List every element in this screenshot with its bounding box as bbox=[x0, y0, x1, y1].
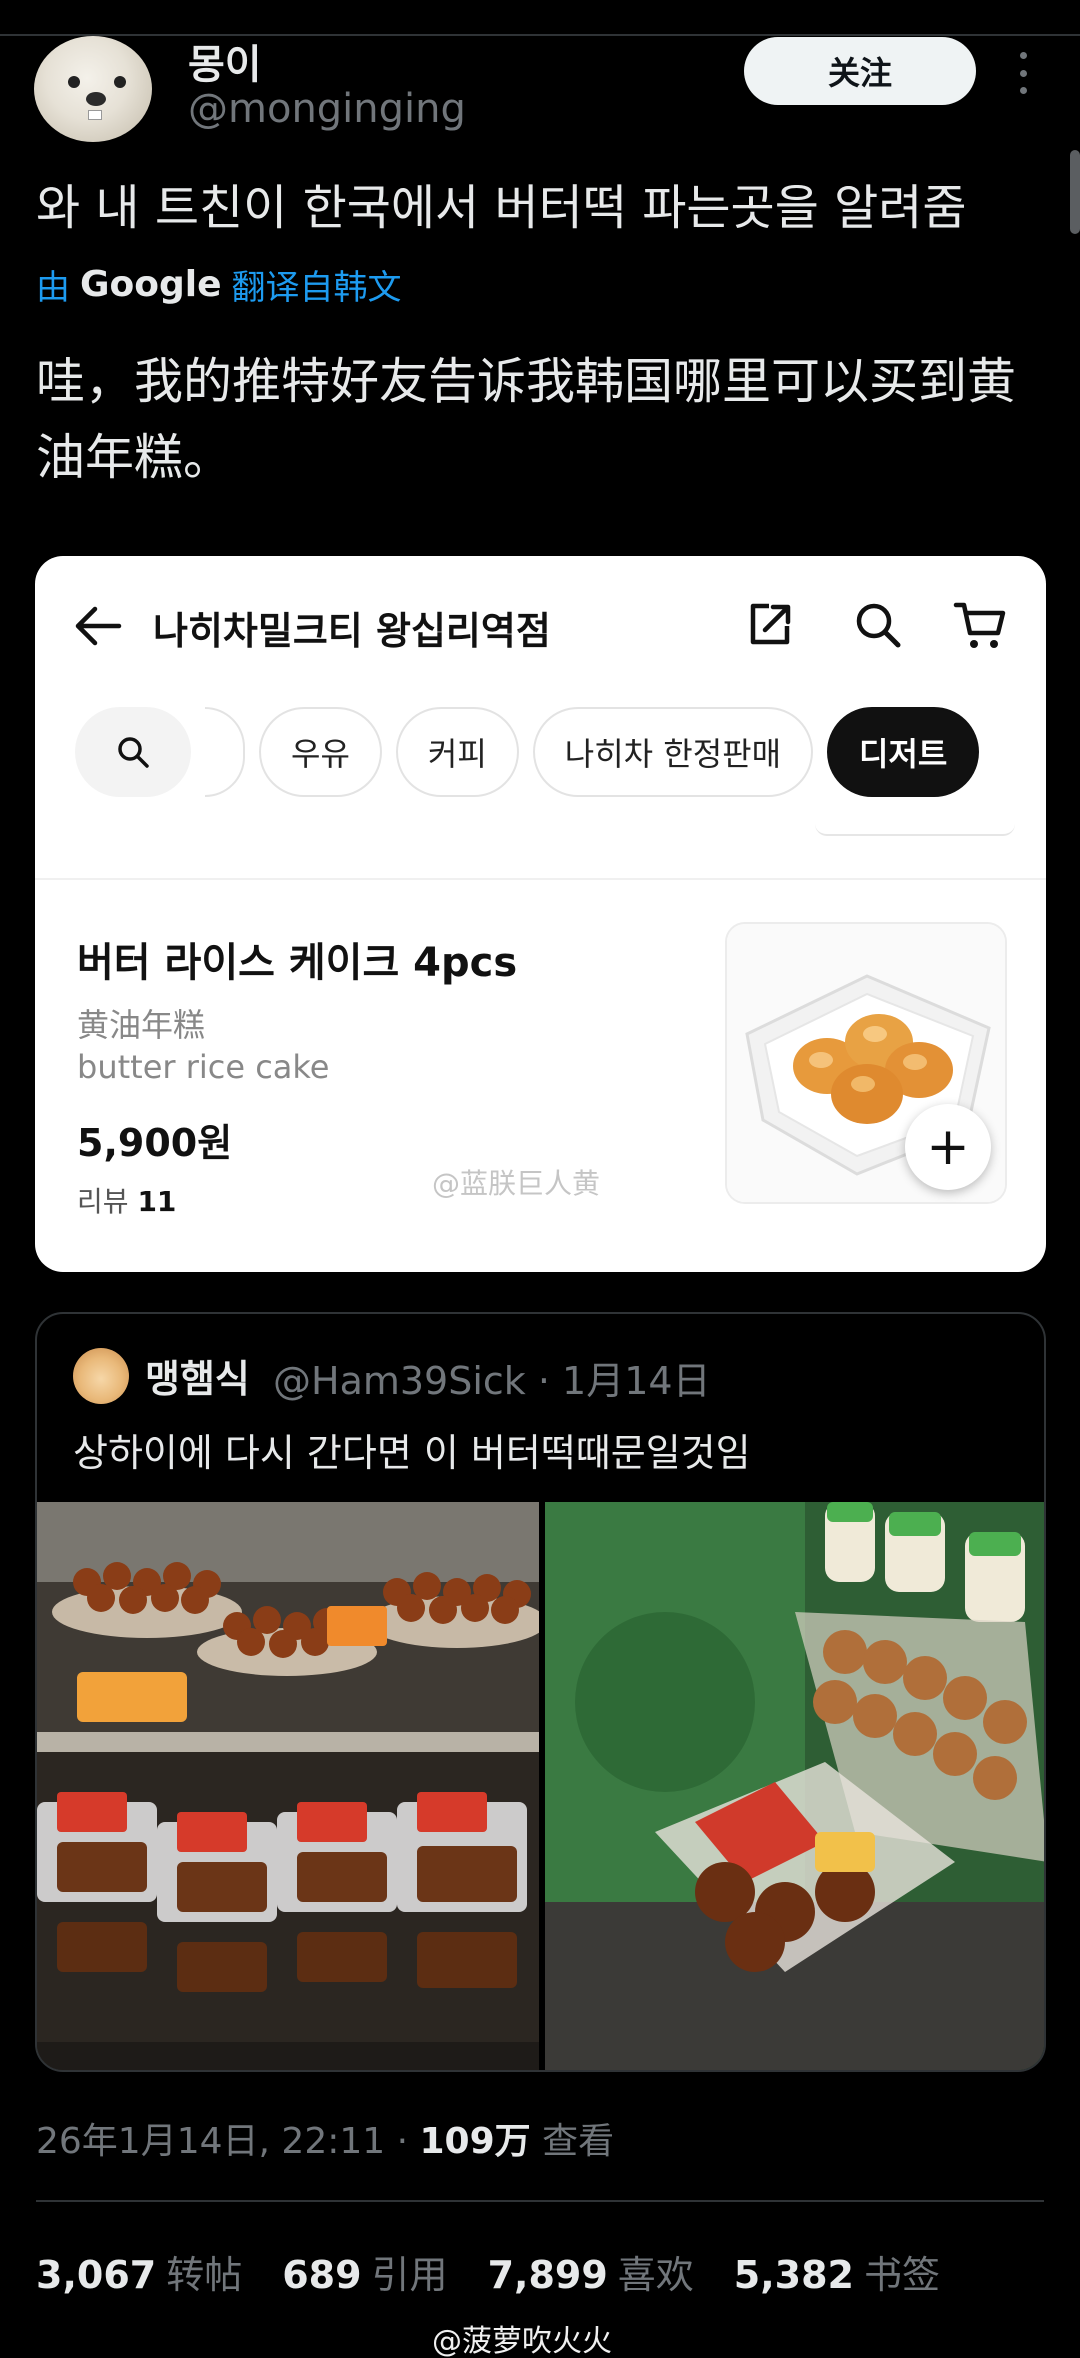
store-title: 나히차밀크티 왕십리역점 bbox=[153, 609, 551, 653]
chip-partial[interactable] bbox=[205, 707, 245, 797]
quote-avatar[interactable] bbox=[73, 1348, 129, 1404]
chip-search[interactable] bbox=[75, 707, 191, 797]
quote-handle-date: @Ham39Sick · 1月14日 bbox=[273, 1359, 711, 1403]
stat-bookmarks[interactable]: 5,382 书签 bbox=[734, 2244, 940, 2299]
stat-quotes[interactable]: 689 引用 bbox=[282, 2244, 447, 2299]
author-avatar[interactable] bbox=[34, 36, 152, 142]
quote-image-packaged-cakes[interactable] bbox=[545, 1502, 1044, 2070]
add-to-cart-button[interactable]: + bbox=[905, 1104, 991, 1190]
tweet-timestamp[interactable]: 26年1月14日, 22:11 · 109万 查看 bbox=[36, 2112, 614, 2164]
product-price: 5,900원 bbox=[77, 1121, 233, 1165]
views-count: 109万 bbox=[419, 2121, 531, 2162]
avatar-eye bbox=[68, 76, 80, 88]
product-reviews[interactable]: 리뷰 11 bbox=[77, 1180, 176, 1220]
translation-attribution[interactable]: 由 Google 翻译自韩文 bbox=[36, 260, 402, 309]
review-count: 11 bbox=[137, 1185, 177, 1218]
cart-icon bbox=[953, 602, 1006, 648]
category-chips: 우유 커피 나히차 한정판매 디저트 bbox=[75, 706, 993, 798]
engagement-stats: 3,067 转帖 689 引用 7,899 喜欢 5,382 书签 bbox=[36, 2244, 940, 2299]
watermark-bottom: @菠萝吹火火 bbox=[432, 2324, 612, 2358]
packaged-cakes-photo bbox=[545, 1502, 1044, 2070]
chip-coffee[interactable]: 커피 bbox=[395, 707, 519, 797]
share-icon bbox=[750, 603, 791, 645]
tweet-text: 와 내 트친이 한국에서 버터떡 파는곳을 알려줌 bbox=[36, 180, 967, 236]
views-label: 查看 bbox=[530, 2121, 615, 2162]
product-name[interactable]: 버터 라이스 케이크 4pcs bbox=[77, 930, 517, 988]
review-label: 리뷰 bbox=[77, 1185, 129, 1218]
chip-limited[interactable]: 나히차 한정판매 bbox=[532, 707, 814, 797]
translated-from-label: 翻译自韩文 bbox=[231, 268, 402, 308]
translated-text: 哇，我的推特好友告诉我韩国哪里可以买到黄油年糕。 bbox=[36, 353, 1017, 486]
watermark-top: @蓝朕巨人黄 bbox=[432, 1167, 601, 1200]
translated-by-label: 由 bbox=[36, 268, 70, 308]
stat-likes[interactable]: 7,899 喜欢 bbox=[488, 2244, 694, 2299]
chip-milk[interactable]: 우유 bbox=[259, 707, 382, 797]
product-name-en: butter rice cake bbox=[77, 1048, 330, 1086]
google-brand: Google bbox=[80, 264, 222, 305]
author-handle[interactable]: @monginging bbox=[188, 86, 466, 132]
avatar-teeth bbox=[88, 110, 102, 120]
scrollbar[interactable] bbox=[1070, 150, 1080, 234]
author-display-name[interactable]: 몽이 bbox=[188, 32, 262, 90]
footer-divider bbox=[36, 2200, 1044, 2202]
more-icon[interactable] bbox=[1008, 48, 1038, 98]
search-icon bbox=[118, 737, 149, 768]
timestamp-text: 26年1月14日, 22:11 · bbox=[36, 2121, 420, 2162]
avatar-eye bbox=[114, 76, 126, 88]
search-icon bbox=[856, 603, 901, 648]
previous-item-edge bbox=[815, 824, 1015, 836]
quote-author-name[interactable]: 맹햄식 bbox=[145, 1348, 250, 1403]
quote-text: 상하이에 다시 간다면 이 버터떡때문일것임 bbox=[73, 1431, 751, 1475]
card-divider bbox=[35, 878, 1046, 880]
avatar-nose bbox=[86, 92, 106, 106]
stat-retweets[interactable]: 3,067 转帖 bbox=[36, 2244, 242, 2299]
back-arrow-icon bbox=[75, 606, 122, 646]
top-divider bbox=[0, 34, 1080, 36]
chip-dessert[interactable]: 디저트 bbox=[827, 707, 980, 797]
quoted-tweet[interactable]: 맹햄식 @Ham39Sick · 1月14日 상하이에 다시 간다면 이 버터떡… bbox=[35, 1312, 1046, 2072]
quote-image-display-case[interactable] bbox=[37, 1502, 539, 2070]
product-name-cn: 黄油年糕 bbox=[77, 1006, 206, 1044]
follow-button[interactable]: 关注 bbox=[744, 37, 976, 105]
display-case-photo bbox=[37, 1502, 539, 2070]
